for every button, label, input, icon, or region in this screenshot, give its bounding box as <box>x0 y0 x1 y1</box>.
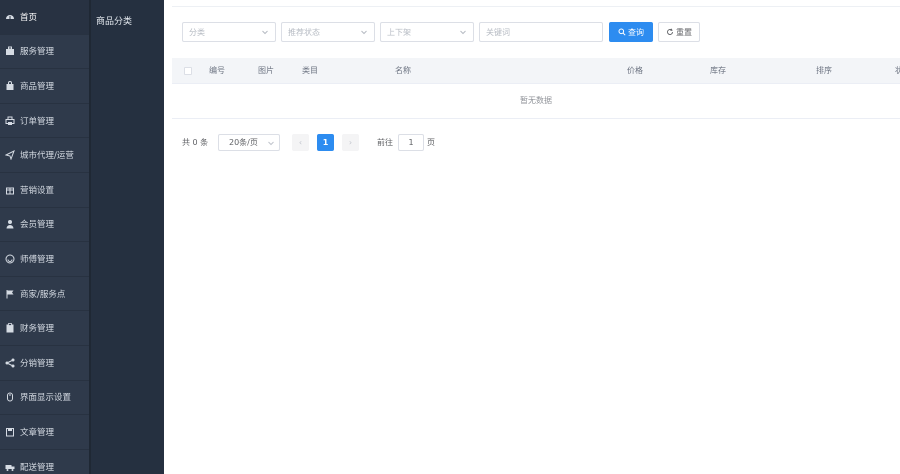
chevron-down-icon <box>261 28 269 36</box>
top-divider <box>172 6 900 7</box>
select-all-checkbox[interactable] <box>184 67 192 75</box>
sidebar-item-merchants[interactable]: 商家/服务点 <box>0 277 89 312</box>
share-icon <box>5 358 15 368</box>
sidebar-item-display-settings[interactable]: 界面显示设置 <box>0 381 89 416</box>
sidebar-item-label: 商家/服务点 <box>20 289 66 300</box>
shelf-status-select[interactable]: 上下架 <box>380 22 474 42</box>
save-icon <box>5 427 15 437</box>
total-count: 共 0 条 <box>182 138 209 147</box>
bag-icon <box>5 81 15 91</box>
main-content: 分类 推荐状态 上下架 关键词 查询 重置 编号 图片 类目 名称 价格 库存 … <box>164 0 900 474</box>
sidebar-item-label: 财务管理 <box>20 324 55 335</box>
empty-table-text: 暂无数据 <box>520 96 552 105</box>
keyword-input-placeholder: 关键词 <box>486 27 510 37</box>
refresh-icon <box>666 28 674 36</box>
printer-icon <box>5 116 15 126</box>
sidebar-item-masters[interactable]: 师傅管理 <box>0 242 89 277</box>
category-select-placeholder: 分类 <box>189 27 205 37</box>
sidebar-item-label: 城市代理/运营 <box>20 151 74 162</box>
prev-page-button[interactable]: ‹ <box>292 134 309 151</box>
search-button-label: 查询 <box>628 27 644 37</box>
gift-icon <box>5 185 15 195</box>
subnav-item-goods-category[interactable]: 商品分类 <box>91 0 164 40</box>
table-bottom-border <box>172 118 900 119</box>
user-icon <box>5 219 15 229</box>
column-header-sort: 排序 <box>816 66 832 75</box>
sidebar-item-label: 师傅管理 <box>20 254 55 265</box>
page-number-label: 1 <box>322 138 329 147</box>
sidebar-item-label: 营销设置 <box>20 185 55 196</box>
chevron-left-icon: ‹ <box>298 138 303 147</box>
goto-page-input[interactable]: 1 <box>398 134 424 151</box>
sidebar-item-members[interactable]: 会员管理 <box>0 208 89 243</box>
recommend-select-placeholder: 推荐状态 <box>288 27 320 37</box>
sidebar-item-label: 配送管理 <box>20 462 55 473</box>
sidebar-item-label: 界面显示设置 <box>20 393 72 404</box>
sidebar-item-label: 首页 <box>20 12 38 23</box>
chevron-right-icon: › <box>348 138 353 147</box>
smile-icon <box>5 254 15 264</box>
column-header-name: 名称 <box>395 66 411 75</box>
sidebar-item-home[interactable]: 首页 <box>0 0 89 35</box>
sidebar-item-distribution[interactable]: 分销管理 <box>0 346 89 381</box>
reset-button-label: 重置 <box>676 27 692 37</box>
column-header-status: 状 <box>895 66 900 75</box>
sidebar-item-label: 文章管理 <box>20 427 55 438</box>
goto-page-value: 1 <box>408 138 414 147</box>
sidebar-item-orders[interactable]: 订单管理 <box>0 104 89 139</box>
mouse-icon <box>5 392 15 402</box>
sub-navigation: 商品分类 <box>91 0 164 474</box>
sidebar-item-label: 会员管理 <box>20 220 55 231</box>
sidebar: 首页 服务管理 商品管理 订单管理 城市代理/运营 营销设置 会员管理 师傅管理… <box>0 0 89 474</box>
page-suffix: 页 <box>427 138 435 147</box>
sidebar-item-label: 服务管理 <box>20 47 55 58</box>
sidebar-item-label: 订单管理 <box>20 116 55 127</box>
search-button[interactable]: 查询 <box>609 22 653 42</box>
page-number-current[interactable]: 1 <box>317 134 334 151</box>
briefcase-icon <box>5 46 15 56</box>
page-size-select[interactable]: 20条/页 <box>218 134 280 151</box>
column-header-category: 类目 <box>302 66 318 75</box>
goto-label: 前往 <box>377 138 393 147</box>
subnav-item-label: 商品分类 <box>96 16 133 27</box>
send-icon <box>5 150 15 161</box>
shelf-select-placeholder: 上下架 <box>387 27 411 37</box>
sidebar-item-articles[interactable]: 文章管理 <box>0 415 89 450</box>
category-select[interactable]: 分类 <box>182 22 276 42</box>
chevron-down-icon <box>360 28 368 36</box>
dashboard-icon <box>5 12 15 22</box>
next-page-button[interactable]: › <box>342 134 359 151</box>
keyword-input[interactable]: 关键词 <box>479 22 603 42</box>
sidebar-item-marketing[interactable]: 营销设置 <box>0 173 89 208</box>
flag-icon <box>5 289 15 299</box>
sidebar-item-finance[interactable]: 财务管理 <box>0 311 89 346</box>
sidebar-item-city-agent[interactable]: 城市代理/运营 <box>0 138 89 173</box>
column-header-image: 图片 <box>258 66 274 75</box>
table-header: 编号 图片 类目 名称 价格 库存 排序 状 <box>172 58 900 84</box>
sidebar-item-label: 商品管理 <box>20 81 55 92</box>
column-header-price: 价格 <box>627 66 643 75</box>
column-header-id: 编号 <box>209 66 225 75</box>
column-header-stock: 库存 <box>710 66 726 75</box>
search-icon <box>618 28 626 36</box>
truck-icon <box>5 462 15 472</box>
sidebar-item-label: 分销管理 <box>20 358 55 369</box>
page-size-value: 20条/页 <box>229 138 258 147</box>
sidebar-item-delivery[interactable]: 配送管理 <box>0 450 89 474</box>
sidebar-item-goods[interactable]: 商品管理 <box>0 69 89 104</box>
recommend-status-select[interactable]: 推荐状态 <box>281 22 375 42</box>
clipboard-icon <box>5 323 15 333</box>
chevron-down-icon <box>267 139 275 147</box>
sidebar-item-service[interactable]: 服务管理 <box>0 35 89 70</box>
reset-button[interactable]: 重置 <box>658 22 700 42</box>
chevron-down-icon <box>459 28 467 36</box>
